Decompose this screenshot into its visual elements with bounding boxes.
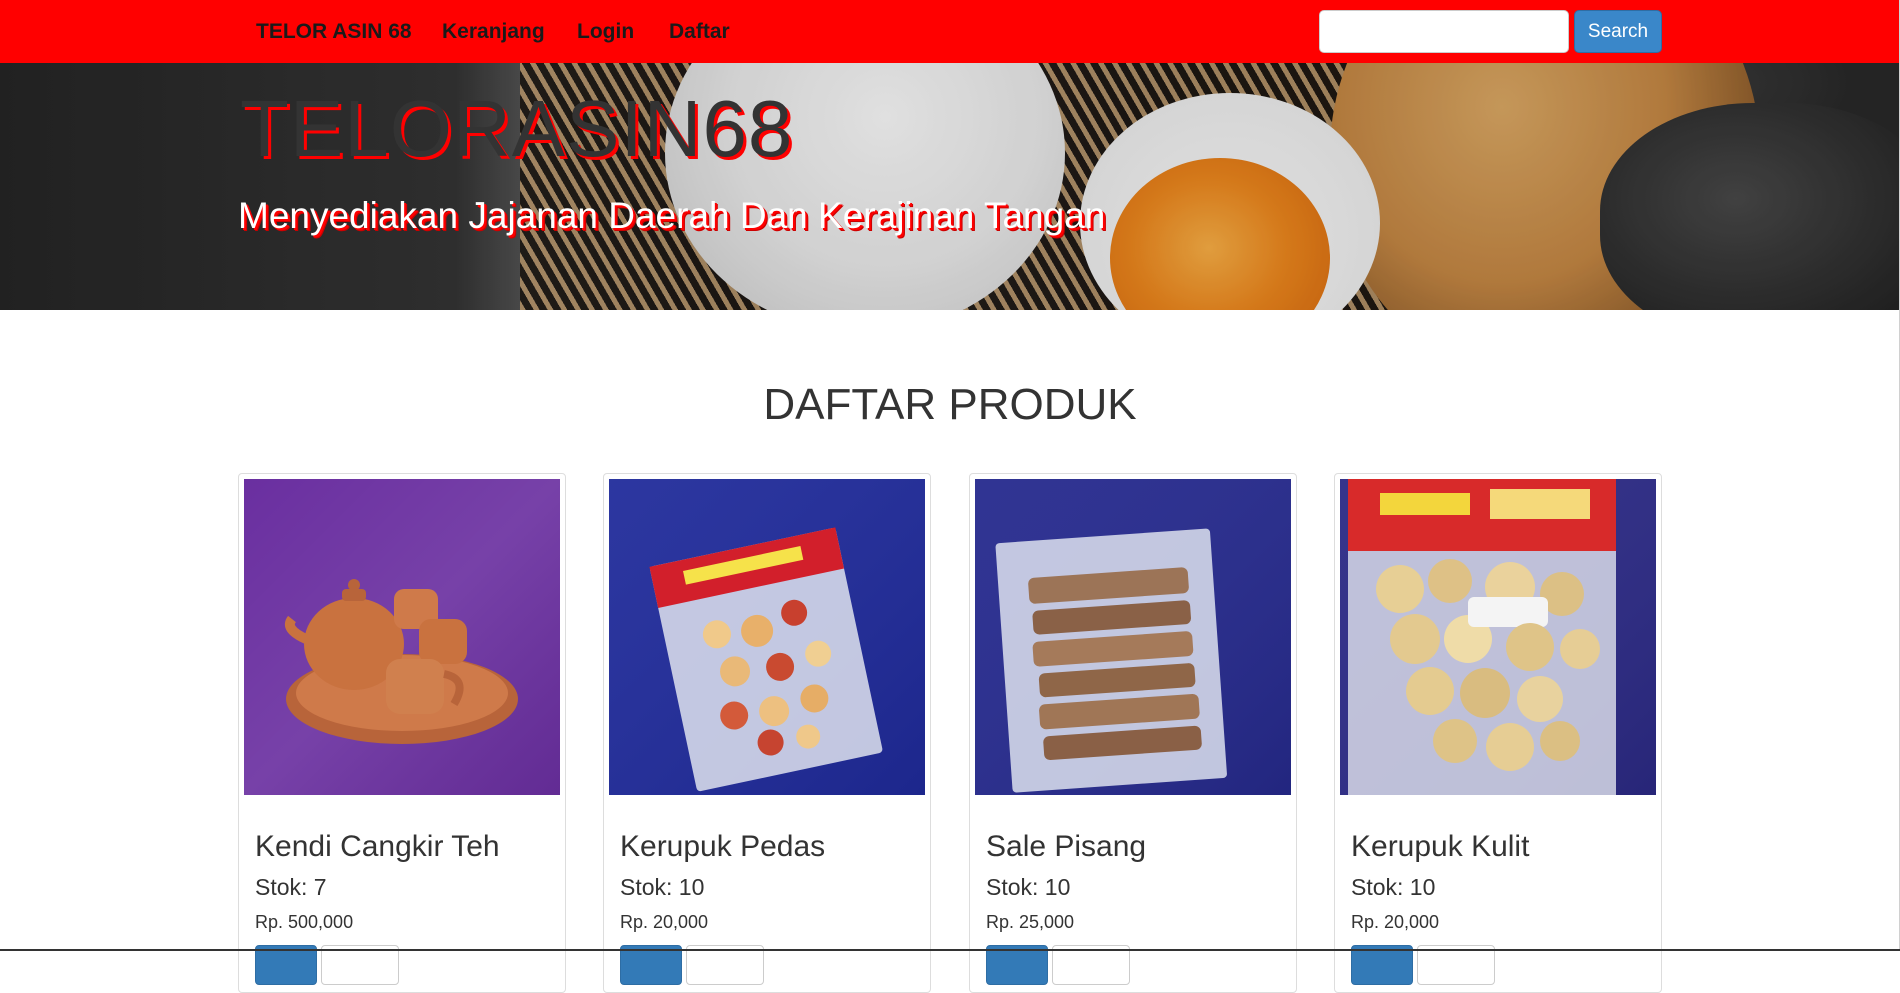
search-input[interactable] [1319,10,1569,53]
product-card: Kendi Cangkir Teh Stok: 7 Rp. 500,000 [238,473,566,993]
product-stock: Stok: 10 [620,874,705,900]
product-price: Rp. 20,000 [1351,912,1440,932]
hero-tagline: Menyediakan Jajanan Daerah Dan Kerajinan… [238,195,1106,236]
product-secondary-button[interactable] [686,945,764,985]
product-primary-button[interactable] [986,945,1048,985]
top-navbar: TELOR ASIN 68 Keranjang Login Daftar Sea… [0,0,1900,63]
product-primary-button[interactable] [255,945,317,985]
product-image[interactable] [1340,479,1656,795]
product-card: Sale Pisang Stok: 10 Rp. 25,000 [969,473,1297,993]
product-primary-button[interactable] [1351,945,1413,985]
product-name[interactable]: Kerupuk Pedas [620,830,825,864]
product-name[interactable]: Kerupuk Kulit [1351,830,1529,864]
product-price: Rp. 500,000 [255,912,354,932]
hero-title: TELORASIN68 [240,84,794,173]
product-secondary-button[interactable] [321,945,399,985]
product-stock: Stok: 10 [986,874,1071,900]
product-secondary-button[interactable] [1417,945,1495,985]
product-card: Kerupuk Pedas Stok: 10 Rp. 20,000 [603,473,931,993]
brand-link[interactable]: TELOR ASIN 68 [256,0,412,63]
product-price: Rp. 25,000 [986,912,1075,932]
product-price: Rp. 20,000 [620,912,709,932]
nav-link-daftar[interactable]: Daftar [669,0,730,63]
search-button[interactable]: Search [1574,10,1662,53]
nav-link-login[interactable]: Login [577,0,634,63]
product-name[interactable]: Sale Pisang [986,830,1146,864]
product-image[interactable] [975,479,1291,795]
product-image[interactable] [609,479,925,795]
product-stock: Stok: 10 [1351,874,1436,900]
product-stock: Stok: 7 [255,874,327,900]
product-image[interactable] [244,479,560,795]
hero-banner: TELORASIN68 Menyediakan Jajanan Daerah D… [0,63,1900,310]
nav-link-keranjang[interactable]: Keranjang [442,0,545,63]
section-title: DAFTAR PRODUK [763,380,1137,429]
product-card: Kerupuk Kulit Stok: 10 Rp. 20,000 [1334,473,1662,993]
product-primary-button[interactable] [620,945,682,985]
product-name[interactable]: Kendi Cangkir Teh [255,830,500,864]
product-secondary-button[interactable] [1052,945,1130,985]
